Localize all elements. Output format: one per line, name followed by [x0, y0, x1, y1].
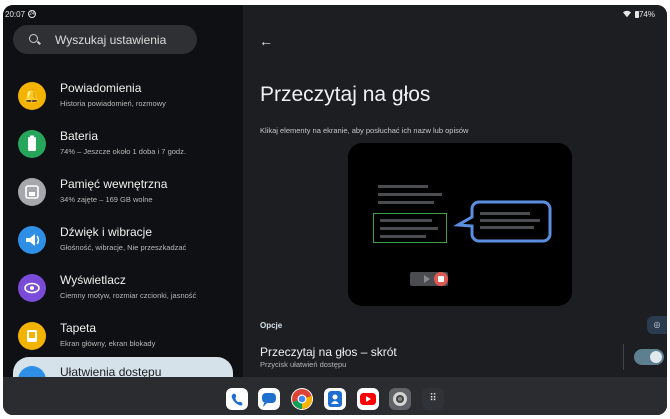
- youtube-icon[interactable]: [357, 388, 379, 410]
- settings-item-title: Bateria: [60, 129, 99, 143]
- settings-item-storage[interactable]: Pamięć wewnętrzna 34% zajęte – 169 GB wo…: [13, 169, 233, 217]
- speech-bubble-icon: [453, 200, 552, 243]
- taskbar-dock: ⠿: [3, 377, 667, 415]
- settings-item-subtitle: Głośność, wibracje, Nie przeszkadzać: [60, 243, 187, 252]
- stop-icon: [434, 272, 448, 286]
- wifi-icon: [623, 10, 631, 20]
- illustration-line: [378, 185, 428, 188]
- settings-item-title: Dźwięk i wibracje: [60, 225, 153, 239]
- settings-item-subtitle: 74% – Jeszcze około 1 doba i 7 godz.: [60, 147, 186, 156]
- search-input[interactable]: Wyszukaj ustawienia: [55, 33, 166, 47]
- settings-item-sound[interactable]: Dźwięk i wibracje Głośność, wibracje, Ni…: [13, 217, 233, 265]
- status-bar: 20:07 24 74%: [3, 5, 667, 25]
- page-title: Przeczytaj na głos: [260, 83, 431, 106]
- toggle-knob: [650, 351, 662, 363]
- volume-icon: [18, 226, 46, 254]
- search-icon: [29, 34, 38, 43]
- settings-item-title: Tapeta: [60, 321, 97, 335]
- illustration: [348, 143, 572, 306]
- screen: 20:07 24 74% Wyszukaj ustawienia 🔔 Powia…: [3, 5, 667, 415]
- illustration-line: [380, 227, 438, 230]
- camera-icon[interactable]: [389, 388, 411, 410]
- settings-item-title: Powiadomienia: [60, 81, 142, 95]
- settings-item-notifications[interactable]: 🔔 Powiadomienia Historia powiadomień, ro…: [13, 73, 233, 121]
- notification-badge-icon: 24: [28, 10, 36, 18]
- status-time: 20:07: [5, 10, 26, 19]
- page-description: Klikaj elementy na ekranie, aby posłucha…: [260, 126, 469, 135]
- settings-sidebar: Wyszukaj ustawienia 🔔 Powiadomienia Hist…: [3, 5, 243, 415]
- app-drawer-icon[interactable]: ⠿: [422, 388, 444, 410]
- storage-icon: [18, 178, 46, 206]
- illustration-line: [380, 219, 432, 222]
- accessibility-floating-button[interactable]: ◎: [647, 316, 667, 334]
- bell-icon: 🔔: [18, 82, 46, 110]
- battery-percent: 74%: [638, 10, 655, 19]
- contacts-icon[interactable]: [324, 388, 346, 410]
- settings-item-display[interactable]: Wyświetlacz Ciemny motyw, rozmiar czcion…: [13, 265, 233, 313]
- options-header: Opcje: [260, 321, 283, 330]
- chrome-icon[interactable]: [291, 388, 313, 410]
- shortcut-toggle[interactable]: [634, 349, 664, 365]
- settings-item-subtitle: Ciemny motyw, rozmiar czcionki, jasność: [60, 291, 197, 300]
- illustration-line: [380, 235, 426, 238]
- play-icon: [424, 275, 430, 283]
- settings-item-subtitle: Historia powiadomień, rozmowy: [60, 99, 166, 108]
- settings-item-wallpaper[interactable]: Tapeta Ekran główny, ekran blokady: [13, 313, 233, 361]
- illustration-line: [378, 201, 434, 204]
- shortcut-title[interactable]: Przeczytaj na głos – skrót: [260, 345, 397, 359]
- settings-item-subtitle: Ekran główny, ekran blokady: [60, 339, 156, 348]
- search-bar[interactable]: Wyszukaj ustawienia: [13, 25, 197, 54]
- messages-icon[interactable]: [258, 388, 280, 410]
- detail-pane: ← Przeczytaj na głos Klikaj elementy na …: [243, 5, 667, 415]
- settings-item-title: Wyświetlacz: [60, 273, 126, 287]
- wallpaper-icon: [18, 322, 46, 350]
- settings-item-title: Pamięć wewnętrzna: [60, 177, 168, 191]
- settings-item-battery[interactable]: Bateria 74% – Jeszcze około 1 doba i 7 g…: [13, 121, 233, 169]
- phone-icon[interactable]: [226, 388, 248, 410]
- illustration-line: [378, 193, 442, 196]
- shortcut-subtitle: Przycisk ułatwień dostępu: [260, 360, 347, 369]
- display-icon: [18, 274, 46, 302]
- back-arrow-icon[interactable]: ←: [259, 33, 273, 49]
- battery-icon: [18, 130, 46, 158]
- divider: [623, 344, 624, 370]
- settings-item-subtitle: 34% zajęte – 169 GB wolne: [60, 195, 153, 204]
